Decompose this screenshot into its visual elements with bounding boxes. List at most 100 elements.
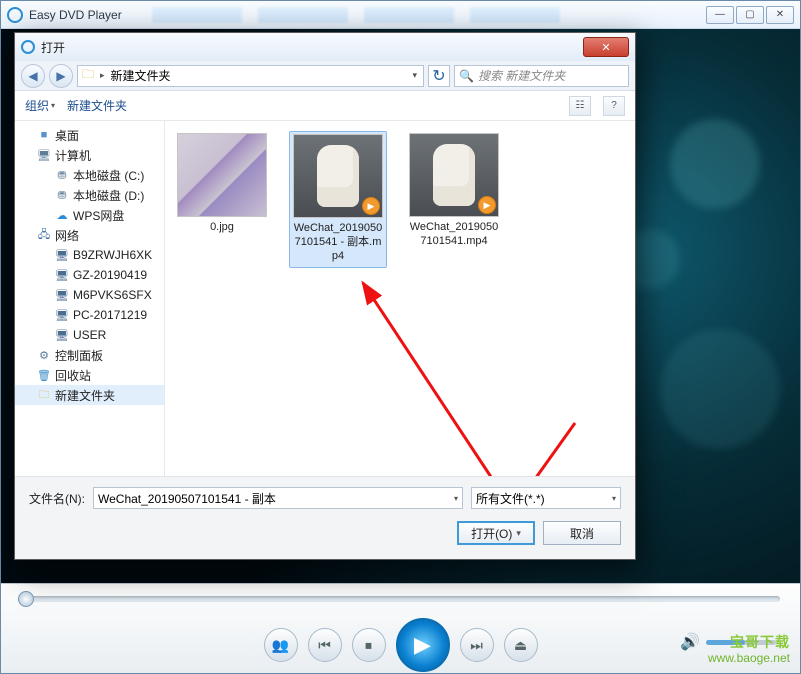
tree-item-label: 回收站 (55, 367, 91, 384)
cancel-button[interactable]: 取消 (543, 521, 621, 545)
filetype-select[interactable]: 所有文件(*.*) ▾ (471, 487, 621, 509)
file-item-0[interactable]: 0.jpg (173, 131, 271, 235)
ti-pc-icon: 🖥 (55, 248, 69, 262)
app-title: Easy DVD Player (29, 8, 122, 22)
ti-cloud-icon: ☁ (55, 208, 69, 222)
play-overlay-icon: ▶ (478, 196, 496, 214)
volume-icon[interactable]: 🔊 (680, 632, 700, 652)
organize-menu[interactable]: 组织 ▾ (25, 97, 55, 114)
search-input[interactable]: 🔍 搜索 新建文件夹 (454, 65, 629, 87)
tree-item-label: 本地磁盘 (D:) (73, 187, 144, 204)
file-item-1[interactable]: ▶ WeChat_20190507101541 - 副本.mp4 (289, 131, 387, 268)
ti-pc-icon: 🖥 (55, 288, 69, 302)
folder-tree[interactable]: ■桌面🖥计算机⛃本地磁盘 (C:)⛃本地磁盘 (D:)☁WPS网盘🖧网络🖥B9Z… (15, 121, 165, 476)
app-titlebar: Easy DVD Player — ▢ ✕ (1, 1, 800, 29)
subtitles-button[interactable]: 👥 (264, 628, 298, 662)
address-bar: ◀ ▶ 🗀 ▸ 新建文件夹 ▾ ↻ 🔍 搜索 新建文件夹 (15, 61, 635, 91)
tree-item-2[interactable]: ⛃本地磁盘 (C:) (15, 165, 164, 185)
open-button[interactable]: 打开(O) ▾ (457, 521, 535, 545)
maximize-button[interactable]: ▢ (736, 6, 764, 24)
tree-item-7[interactable]: 🖥GZ-20190419 (15, 265, 164, 285)
tree-item-label: WPS网盘 (73, 207, 124, 224)
dialog-footer: 文件名(N): WeChat_20190507101541 - 副本 ▾ 所有文… (15, 476, 635, 559)
ti-desktop-icon: ■ (37, 128, 51, 142)
newfolder-button[interactable]: 新建文件夹 (67, 97, 127, 114)
filename-input[interactable]: WeChat_20190507101541 - 副本 ▾ (93, 487, 463, 509)
file-list[interactable]: 0.jpg ▶ WeChat_20190507101541 - 副本.mp4 ▶ WeC… (165, 121, 635, 476)
ti-pc-icon: 🖥 (55, 328, 69, 342)
dialog-icon (21, 40, 35, 54)
blurred-tabs (152, 7, 706, 23)
tree-item-label: PC-20171219 (73, 308, 147, 322)
file-open-dialog: 打开 ✕ ◀ ▶ 🗀 ▸ 新建文件夹 ▾ ↻ 🔍 搜索 新建文件夹 组织 ▾ 新… (14, 32, 636, 560)
tree-item-0[interactable]: ■桌面 (15, 125, 164, 145)
dialog-close-button[interactable]: ✕ (583, 37, 629, 57)
dialog-titlebar: 打开 ✕ (15, 33, 635, 61)
eject-button[interactable]: ⏏ (504, 628, 538, 662)
chevron-down-icon: ▾ (612, 494, 616, 503)
breadcrumb[interactable]: 🗀 ▸ 新建文件夹 ▾ (77, 65, 424, 87)
file-item-2[interactable]: ▶ WeChat_20190507101541.mp4 (405, 131, 503, 249)
ti-folder-icon: 🗀 (37, 388, 51, 402)
ti-computer-icon: 🖥 (37, 148, 51, 162)
tree-item-9[interactable]: 🖥 PC-20171219 (15, 305, 164, 325)
tree-item-1[interactable]: 🖥 计算机 (15, 145, 164, 165)
minimize-button[interactable]: — (706, 6, 734, 24)
file-name: WeChat_20190507101541 - 副本.mp4 (290, 222, 386, 263)
tree-item-label: M6PVKS6SFX (73, 288, 152, 302)
ti-recycle-icon: 🗑 (37, 368, 51, 382)
tree-item-label: USER (73, 328, 106, 342)
search-placeholder: 搜索 新建文件夹 (478, 67, 565, 84)
nav-back-button[interactable]: ◀ (21, 64, 45, 88)
file-thumbnail: ▶ (409, 133, 499, 217)
player-controls: 👥 ⏮ ⏹ ▶ ⏭ ⏏ 🔊 (1, 583, 800, 673)
play-overlay-icon: ▶ (362, 197, 380, 215)
stop-button[interactable]: ⏹ (352, 628, 386, 662)
dialog-toolbar: 组织 ▾ 新建文件夹 ☷ ? (15, 91, 635, 121)
tree-item-13[interactable]: 🗀 新建文件夹 (15, 385, 164, 405)
previous-button[interactable]: ⏮ (308, 628, 342, 662)
tree-item-label: 网络 (55, 227, 79, 244)
tree-item-12[interactable]: 🗑 回收站 (15, 365, 164, 385)
ti-ctrl-icon: ⚙ (37, 348, 51, 362)
app-icon (7, 7, 23, 23)
file-name: WeChat_20190507101541.mp4 (405, 221, 503, 249)
play-button[interactable]: ▶ (396, 618, 450, 672)
ti-pc-icon: 🖥 (55, 308, 69, 322)
ti-network-icon: 🖧 (37, 228, 51, 242)
file-name: 0.jpg (173, 221, 271, 235)
filename-label: 文件名(N): (29, 490, 85, 507)
tree-item-8[interactable]: 🖥 M6PVKS6SFX (15, 285, 164, 305)
search-icon: 🔍 (459, 69, 474, 83)
tree-item-label: 控制面板 (55, 347, 103, 364)
file-thumbnail (177, 133, 267, 217)
tree-item-4[interactable]: ☁ WPS网盘 (15, 205, 164, 225)
file-thumbnail: ▶ (293, 134, 383, 218)
volume-slider[interactable] (706, 640, 776, 645)
folder-icon: 🗀 (82, 65, 94, 86)
tree-item-label: B9ZRWJH6XK (73, 248, 152, 262)
chevron-right-icon[interactable]: ▸ (98, 70, 107, 81)
close-button[interactable]: ✕ (766, 6, 794, 24)
chevron-down-icon[interactable]: ▾ (410, 70, 419, 81)
tree-item-11[interactable]: ⚙ 控制面板 (15, 345, 164, 365)
tree-item-label: 计算机 (55, 147, 91, 164)
tree-item-10[interactable]: 🖥 USER (15, 325, 164, 345)
tree-item-6[interactable]: 🖥 B9ZRWJH6XK (15, 245, 164, 265)
tree-item-label: GZ-20190419 (73, 268, 147, 282)
refresh-button[interactable]: ↻ (428, 65, 450, 87)
nav-forward-button[interactable]: ▶ (49, 64, 73, 88)
seek-thumb[interactable] (18, 591, 34, 607)
chevron-down-icon: ▾ (51, 101, 55, 110)
help-button[interactable]: ? (603, 96, 625, 116)
breadcrumb-current[interactable]: 新建文件夹 (111, 67, 171, 84)
next-button[interactable]: ⏭ (460, 628, 494, 662)
tree-item-label: 新建文件夹 (55, 387, 115, 404)
tree-item-3[interactable]: ⛃本地磁盘 (D:) (15, 185, 164, 205)
tree-item-5[interactable]: 🖧 网络 (15, 225, 164, 245)
chevron-down-icon[interactable]: ▾ (454, 494, 458, 503)
seek-bar[interactable] (21, 596, 780, 602)
view-mode-button[interactable]: ☷ (569, 96, 591, 116)
dialog-title: 打开 (41, 39, 583, 56)
ti-drive-icon: ⛃ (55, 168, 69, 182)
